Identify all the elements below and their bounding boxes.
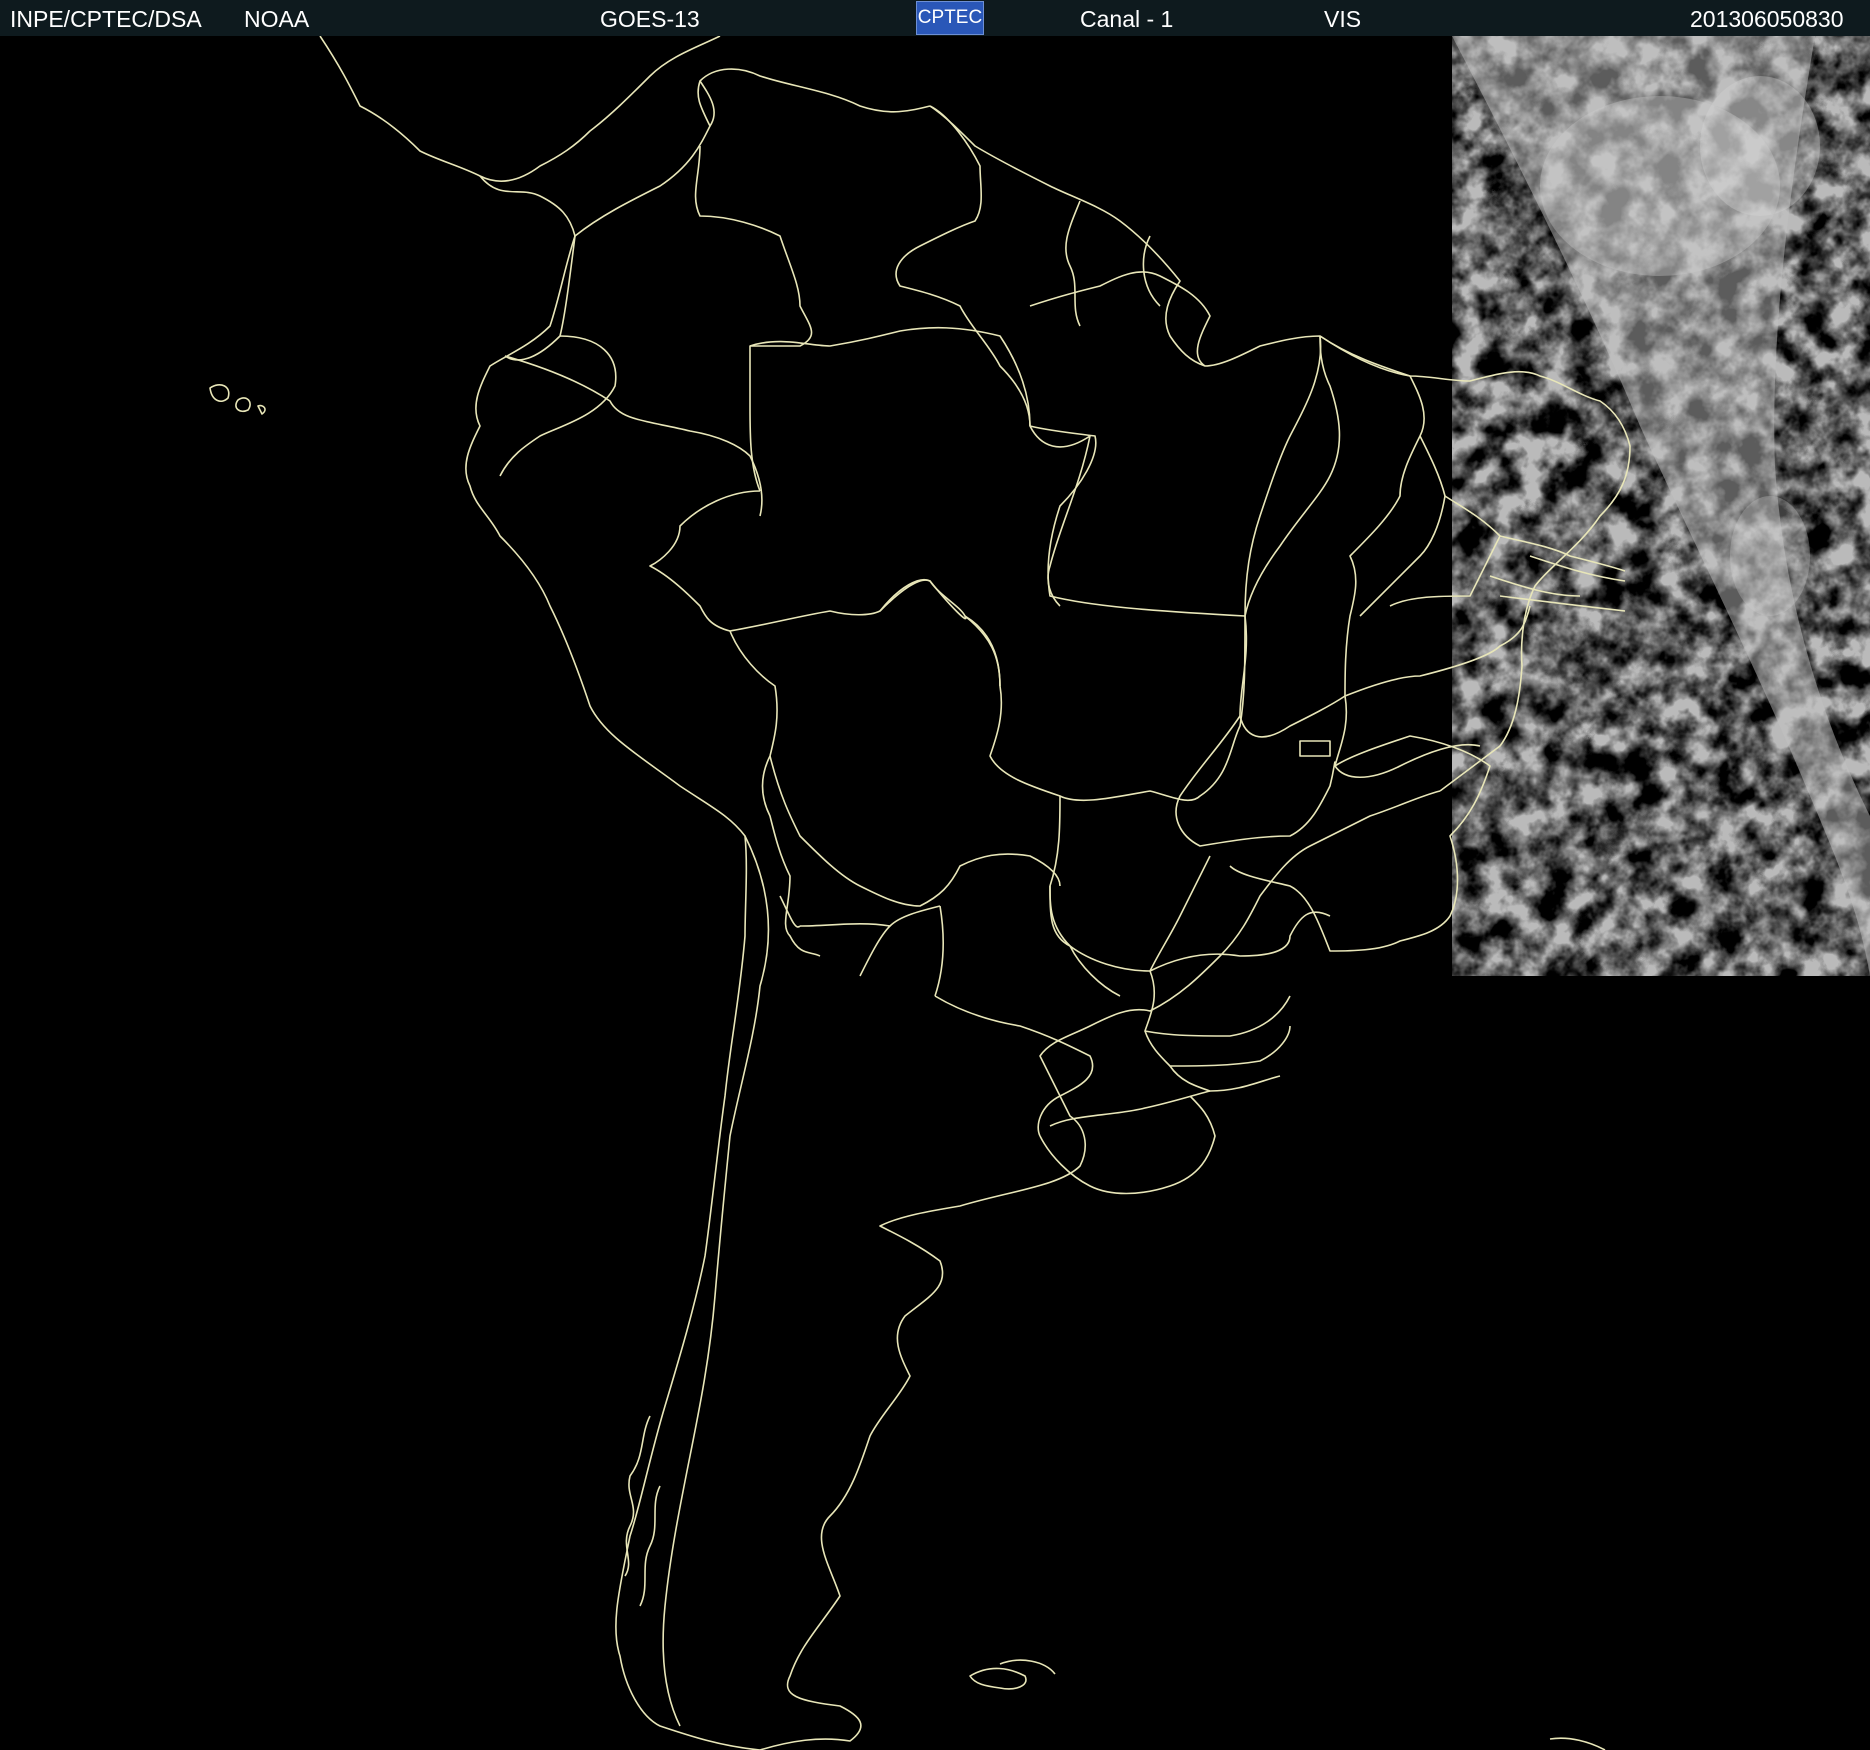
minas-border <box>1229 735 1491 952</box>
tocantins-border <box>1239 335 1346 738</box>
mato-grosso-border <box>964 615 1246 802</box>
central-america-coast <box>319 36 721 182</box>
df-box <box>1299 740 1331 757</box>
atlantic-coast-brazil <box>929 105 1631 792</box>
paraguay-border <box>934 885 1121 1137</box>
timestamp-label: 201306050830 <box>1690 6 1844 32</box>
band-label: VIS <box>1324 6 1362 32</box>
peru-bolivia-border <box>729 630 821 957</box>
piaui-border <box>1359 435 1446 617</box>
maranhao-border <box>1319 335 1425 697</box>
daylight-cloud-band <box>1452 36 1870 976</box>
atlantic-coast-south <box>759 790 1441 1750</box>
political-boundaries <box>209 36 1631 1750</box>
ecuador-border <box>504 355 763 517</box>
rn-pb-pe-border <box>1489 535 1626 612</box>
pacific-coast <box>465 235 761 1750</box>
sc-border <box>1169 1065 1281 1092</box>
bolivia-south-border <box>799 905 945 997</box>
image-header-bar: INPE/CPTEC/DSA NOAA GOES-13 CPTEC Canal … <box>0 0 1870 36</box>
source-label: NOAA <box>244 6 310 32</box>
peru-brazil-border <box>729 579 966 632</box>
map-canvas <box>209 36 1870 1750</box>
cptec-logo: CPTEC <box>916 1 984 35</box>
falkland-islands <box>969 1659 1056 1690</box>
south-georgia <box>1549 1737 1606 1750</box>
satellite-label: GOES-13 <box>600 6 700 32</box>
ms-border <box>1049 795 1211 972</box>
argentina-north-border <box>779 895 891 977</box>
ecuador-peru-border <box>499 335 617 477</box>
rs-border <box>1049 1090 1211 1127</box>
para-border <box>1029 335 1341 617</box>
amazonas-border <box>749 326 1091 607</box>
satellite-map <box>0 36 1870 1750</box>
agency-label: INPE/CPTEC/DSA <box>10 6 202 32</box>
colombia-peru-border <box>649 490 761 632</box>
ceara-border <box>1389 495 1501 607</box>
venezuela-guyana-border <box>895 105 1031 427</box>
channel-label: Canal - 1 <box>1080 6 1174 32</box>
chile-argentina-border <box>662 835 770 1727</box>
colombia-border <box>504 235 576 361</box>
colombia-venezuela-border <box>694 145 813 492</box>
panama-coast <box>479 175 576 237</box>
caribbean-coast <box>574 68 931 237</box>
parana-border <box>1144 1025 1291 1067</box>
galapagos-islands <box>209 384 266 415</box>
